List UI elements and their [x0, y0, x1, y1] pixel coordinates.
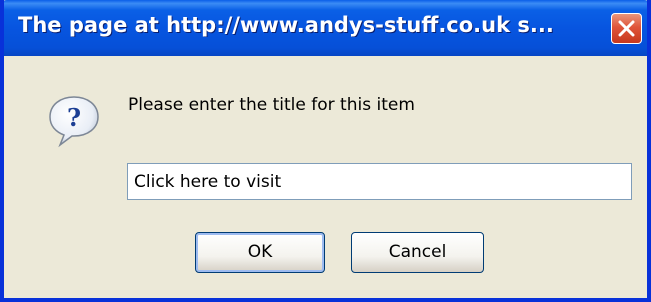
- close-button[interactable]: [611, 13, 642, 44]
- svg-text:?: ?: [67, 103, 81, 132]
- close-icon: [618, 20, 635, 37]
- dialog-title: The page at http://www.andys-stuff.co.uk…: [18, 13, 554, 37]
- ok-button[interactable]: OK: [195, 232, 325, 273]
- question-icon: ?: [49, 96, 99, 148]
- prompt-dialog: The page at http://www.andys-stuff.co.uk…: [0, 0, 651, 302]
- cancel-button[interactable]: Cancel: [351, 232, 484, 273]
- title-bar[interactable]: The page at http://www.andys-stuff.co.uk…: [4, 0, 647, 56]
- title-input-field[interactable]: [127, 163, 632, 200]
- title-input[interactable]: [128, 164, 631, 199]
- prompt-message: Please enter the title for this item: [128, 95, 415, 115]
